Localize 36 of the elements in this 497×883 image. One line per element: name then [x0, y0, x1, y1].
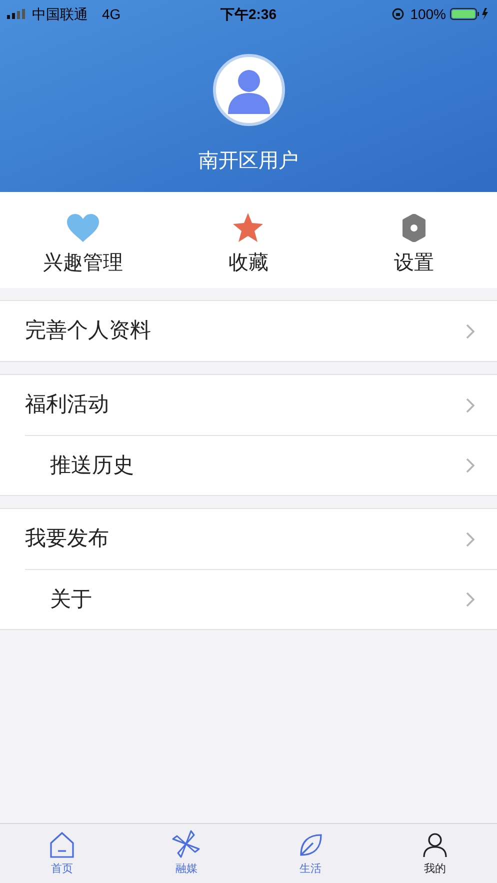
menu-label: 完善个人资料	[25, 318, 152, 344]
clock-time: 下午2:36	[219, 4, 278, 24]
chevron-right-icon	[466, 458, 475, 473]
tab[interactable]: 首页	[0, 824, 124, 883]
menu-label: 关于	[50, 586, 93, 613]
pinwheel-icon	[171, 829, 202, 860]
chevron-right-icon	[466, 532, 475, 546]
person-icon	[420, 831, 449, 860]
menu-item[interactable]: 福利活动	[0, 375, 497, 435]
user-name: 南开区用户	[198, 149, 298, 174]
battery-percent: 100%	[410, 4, 446, 24]
tab[interactable]: 生活	[248, 824, 373, 883]
settings-icon	[400, 214, 428, 242]
menu-label: 福利活动	[25, 392, 110, 418]
menu-item[interactable]: 关于	[25, 569, 497, 629]
chevron-right-icon	[466, 592, 475, 607]
heart-icon	[66, 214, 99, 242]
action-button[interactable]: 设置	[331, 192, 497, 288]
menu-label: 我要发布	[25, 526, 110, 552]
battery-charging-icon	[450, 7, 490, 21]
star-icon	[232, 213, 264, 243]
menu-label: 推送历史	[50, 452, 135, 479]
menu-item[interactable]: 完善个人资料	[0, 301, 497, 361]
carrier-name: 中国联通	[32, 4, 88, 24]
network-type: 4G	[102, 4, 121, 24]
action-button[interactable]: 兴趣管理	[0, 192, 166, 288]
chevron-right-icon	[466, 324, 475, 338]
house-icon	[48, 831, 76, 860]
signal-icon	[7, 9, 27, 19]
action-button[interactable]: 收藏	[166, 192, 332, 288]
menu-item[interactable]: 推送历史	[25, 435, 497, 495]
tab[interactable]: 融媒	[124, 824, 248, 883]
chevron-right-icon	[466, 398, 475, 412]
menu-item[interactable]: 我要发布	[0, 509, 497, 569]
rotation-lock-icon	[392, 8, 404, 20]
tab[interactable]: 我的	[372, 824, 497, 883]
